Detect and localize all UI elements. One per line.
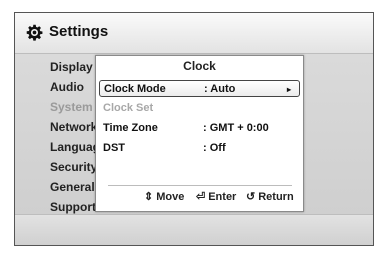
move-label: Move — [156, 191, 185, 203]
up-down-icon: ⇕ — [144, 191, 154, 203]
sidebar-item-security[interactable]: Security — [50, 160, 97, 174]
clock-set-row[interactable]: Clock Set — [99, 100, 300, 117]
page-title: Settings — [49, 23, 109, 40]
return-label: Return — [258, 191, 294, 203]
return-icon: ↺ — [246, 191, 256, 203]
dst-value: : Off — [203, 142, 226, 154]
clock-dialog: Clock Clock Mode : Auto ▸ Clock Set Time… — [95, 55, 304, 212]
clock-mode-value: : Auto — [204, 83, 236, 95]
sidebar-item-display[interactable]: Display — [50, 60, 93, 74]
dst-label: DST — [103, 142, 125, 154]
enter-label: Enter — [208, 191, 237, 203]
clock-set-label: Clock Set — [103, 102, 154, 114]
enter-hint: ⏎ Enter — [196, 190, 236, 203]
bottom-bar — [15, 215, 373, 245]
gear-icon — [26, 24, 43, 41]
move-hint: ⇕ Move — [144, 190, 184, 203]
sidebar-item-general[interactable]: General — [50, 180, 95, 194]
sidebar-item-audio[interactable]: Audio — [50, 80, 84, 94]
footer-divider — [108, 185, 292, 186]
sidebar-item-system[interactable]: System — [50, 100, 93, 114]
time-zone-label: Time Zone — [103, 122, 158, 134]
arrow-right-icon: ▸ — [286, 85, 291, 94]
sidebar-item-support[interactable]: Support — [50, 200, 96, 214]
settings-screen: Settings Display Audio System Network La… — [14, 12, 374, 246]
time-zone-value: : GMT + 0:00 — [203, 122, 269, 134]
enter-icon: ⏎ — [196, 191, 206, 203]
header-bar: Settings — [15, 13, 373, 54]
dst-row[interactable]: DST : Off — [99, 140, 300, 157]
return-hint: ↺ Return — [246, 190, 294, 203]
clock-mode-label: Clock Mode — [104, 83, 166, 95]
dialog-title: Clock — [183, 59, 216, 73]
time-zone-row[interactable]: Time Zone : GMT + 0:00 — [99, 120, 300, 137]
sidebar-item-network[interactable]: Network — [50, 120, 97, 134]
clock-mode-row[interactable]: Clock Mode : Auto ▸ — [99, 80, 300, 97]
